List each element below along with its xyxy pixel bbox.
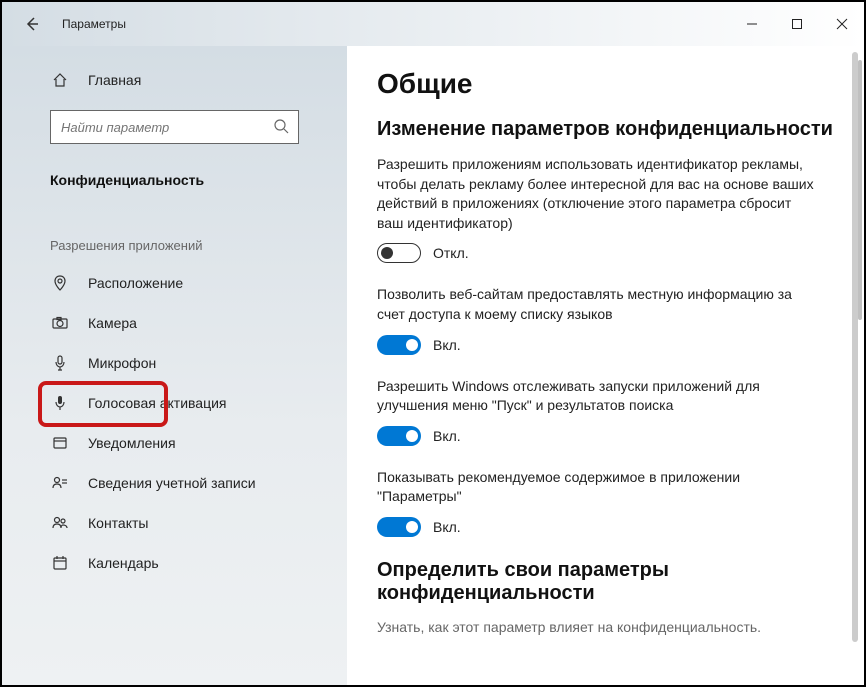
calendar-icon [50,555,70,571]
maximize-icon [791,18,803,30]
notifications-icon [50,435,70,451]
sidebar-item-label: Камера [88,315,137,331]
sidebar-item-camera[interactable]: Камера [2,303,347,343]
setting-language-list: Позволить веб-сайтам предоставлять местн… [377,285,834,354]
settings-window: Параметры Главная Конфиденциальность Раз… [0,0,866,687]
sidebar-item-microphone[interactable]: Микрофон [2,343,347,383]
home-nav[interactable]: Главная [2,64,347,96]
toggle-state: Вкл. [433,337,461,353]
home-label: Главная [88,72,141,88]
setting-desc: Разрешить приложениям использовать идент… [377,155,817,233]
page-title: Общие [377,68,834,100]
toggle-knob [406,521,418,533]
sidebar-item-label: Календарь [88,555,159,571]
toggle-suggested-content[interactable] [377,517,421,537]
contacts-icon [50,515,70,531]
search-icon [273,118,289,134]
window-scrollbar[interactable] [852,52,858,642]
home-icon [50,72,70,88]
sidebar-item-label: Уведомления [88,435,176,451]
main-scrollbar[interactable] [858,60,862,320]
toggle-ad-id[interactable] [377,243,421,263]
close-icon [836,18,848,30]
sidebar-item-contacts[interactable]: Контакты [2,503,347,543]
search-wrap [50,110,299,144]
toggle-app-launch[interactable] [377,426,421,446]
account-info-icon [50,475,70,491]
sidebar-subsection: Разрешения приложений [2,198,347,263]
section-heading: Изменение параметров конфиденциальности [377,118,834,141]
sidebar-item-label: Голосовая активация [88,395,227,411]
toggle-row: Вкл. [377,517,834,537]
sidebar-item-label: Микрофон [88,355,156,371]
toggle-row: Вкл. [377,335,834,355]
sidebar-section: Конфиденциальность [2,162,347,198]
sidebar: Главная Конфиденциальность Разрешения пр… [2,46,347,685]
setting-app-launch-tracking: Разрешить Windows отслеживать запуски пр… [377,377,834,446]
setting-ad-id: Разрешить приложениям использовать идент… [377,155,834,263]
setting-desc: Показывать рекомендуемое содержимое в пр… [377,468,817,507]
toggle-knob [381,247,393,259]
toggle-row: Вкл. [377,426,834,446]
sidebar-item-notifications[interactable]: Уведомления [2,423,347,463]
back-button[interactable] [20,12,44,36]
voice-icon [50,395,70,411]
arrow-left-icon [24,16,40,32]
maximize-button[interactable] [774,8,819,40]
sidebar-item-location[interactable]: Расположение [2,263,347,303]
search-input[interactable] [50,110,299,144]
close-button[interactable] [819,8,864,40]
toggle-knob [406,339,418,351]
sidebar-item-calendar[interactable]: Календарь [2,543,347,583]
sidebar-item-voice-activation[interactable]: Голосовая активация [2,383,347,423]
microphone-icon [50,355,70,371]
toggle-knob [406,430,418,442]
sidebar-item-account-info[interactable]: Сведения учетной записи [2,463,347,503]
minimize-icon [746,18,758,30]
toggle-state: Вкл. [433,519,461,535]
toggle-state: Вкл. [433,428,461,444]
toggle-row: Откл. [377,243,834,263]
toggle-state: Откл. [433,245,469,261]
main-content: Общие Изменение параметров конфиденциаль… [347,46,864,685]
setting-desc: Разрешить Windows отслеживать запуски пр… [377,377,817,416]
location-icon [50,275,70,291]
camera-icon [50,315,70,331]
sidebar-item-label: Сведения учетной записи [88,475,256,491]
section2-note: Узнать, как этот параметр влияет на конф… [377,619,834,635]
sidebar-item-label: Расположение [88,275,183,291]
titlebar: Параметры [2,2,864,46]
sidebar-item-label: Контакты [88,515,148,531]
toggle-language-list[interactable] [377,335,421,355]
body: Главная Конфиденциальность Разрешения пр… [2,46,864,685]
window-controls [729,8,864,40]
setting-suggested-content: Показывать рекомендуемое содержимое в пр… [377,468,834,537]
section2-heading: Определить свои параметры конфиденциальн… [377,559,834,605]
window-title: Параметры [62,17,126,31]
setting-desc: Позволить веб-сайтам предоставлять местн… [377,285,817,324]
minimize-button[interactable] [729,8,774,40]
